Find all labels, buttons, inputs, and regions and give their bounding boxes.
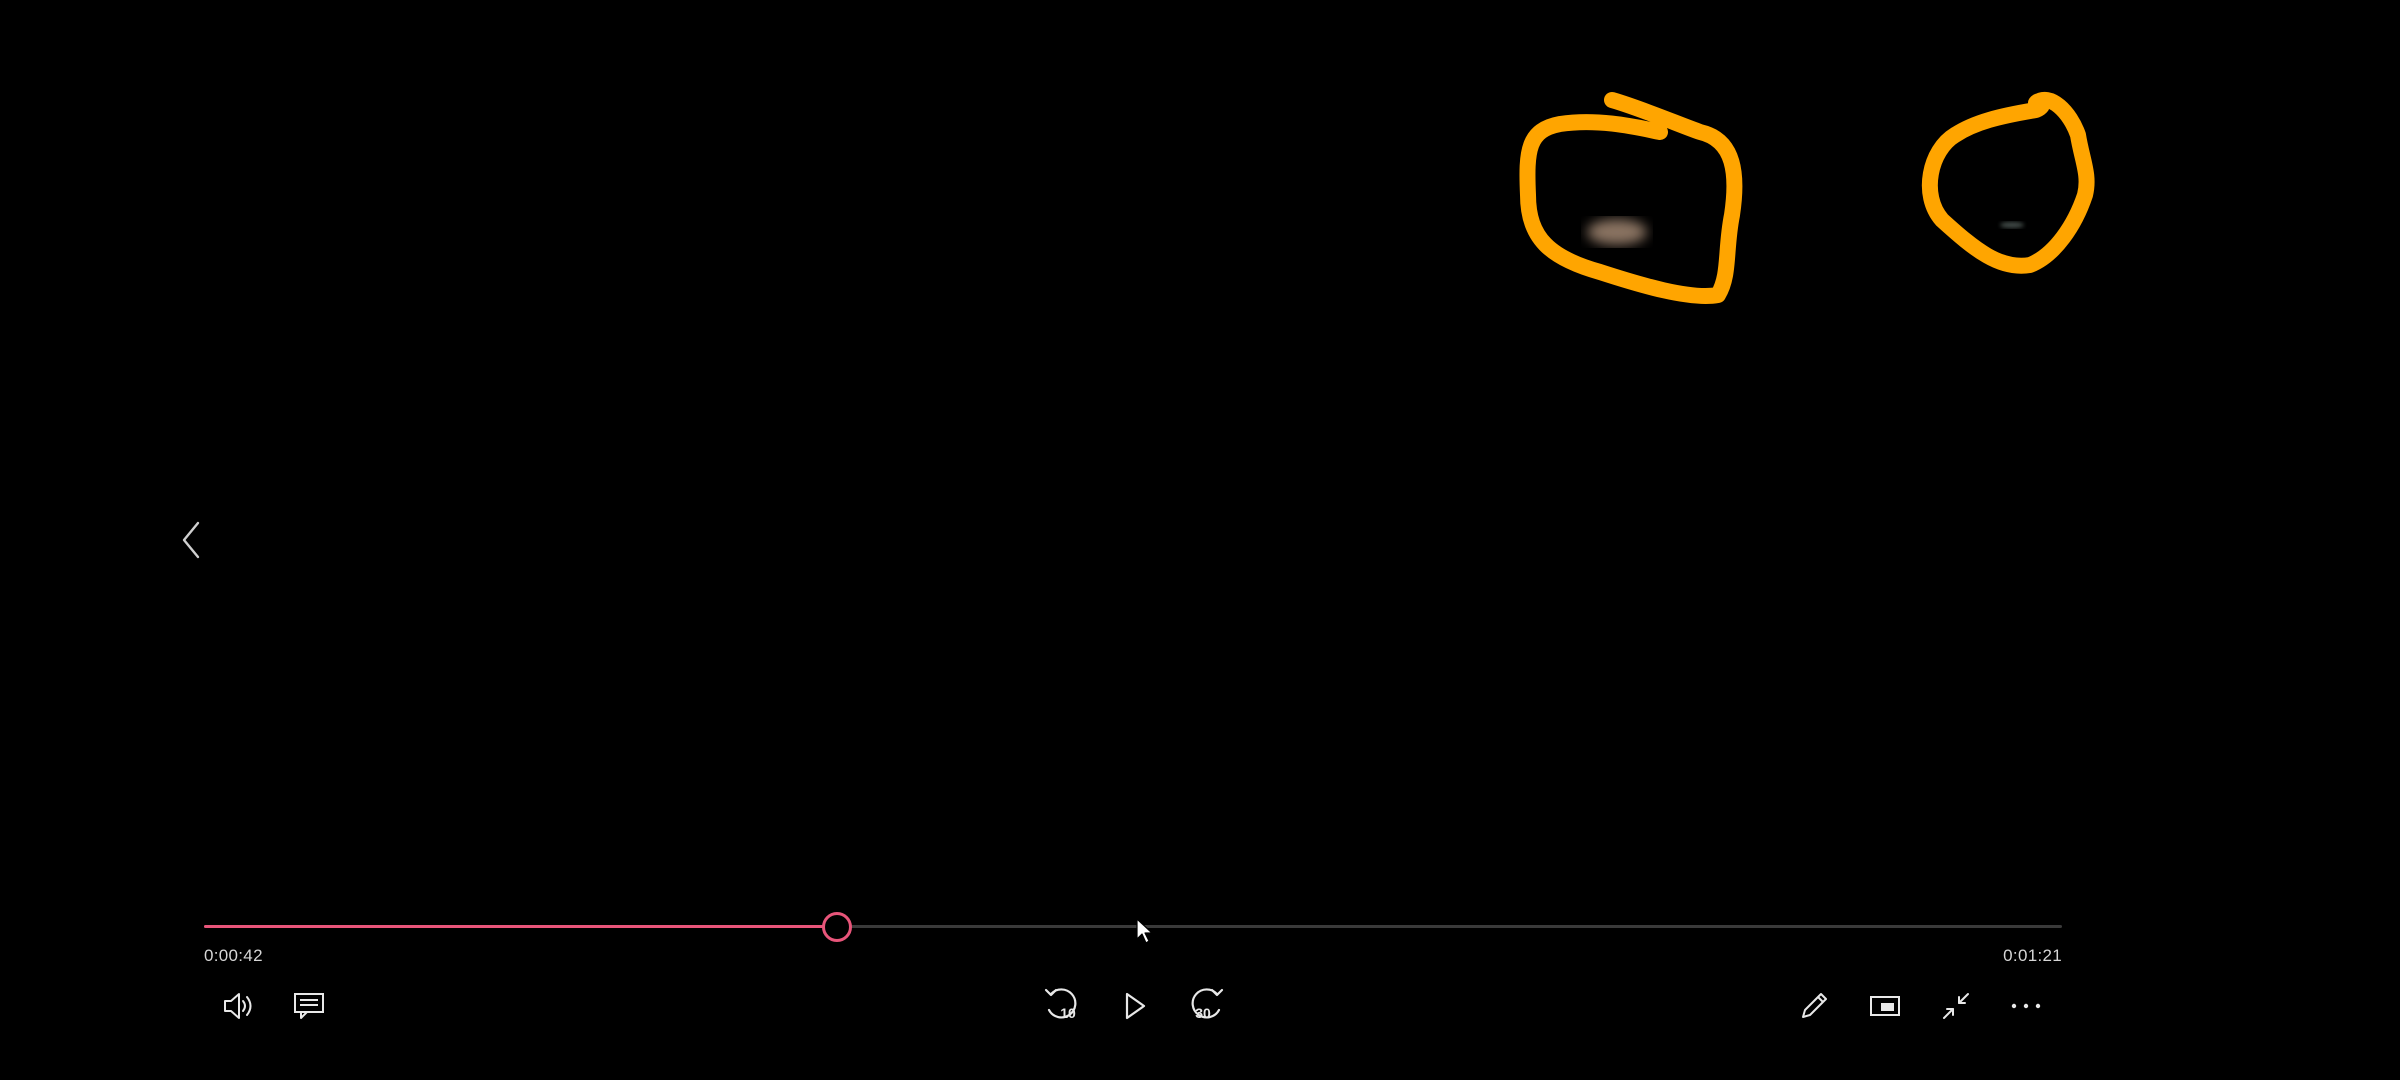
picture-in-picture-icon [1870,996,1900,1016]
collapse-arrows-icon [1943,993,1969,1019]
skip-forward-button[interactable]: 30 [1180,982,1230,1030]
current-time: 0:00:42 [204,946,263,965]
exit-fullscreen-button[interactable] [1932,982,1980,1030]
volume-button[interactable] [215,982,263,1030]
speaker-icon [224,993,252,1019]
seek-bar[interactable] [204,912,2062,942]
video-blurry-object [1587,219,1647,245]
edit-button[interactable] [1790,982,1838,1030]
more-options-button[interactable] [2002,982,2050,1030]
chevron-left-icon [182,521,200,559]
skip-forward-label: 30 [1195,1005,1211,1021]
ellipsis-icon [2011,1003,2041,1009]
back-button[interactable] [170,515,212,565]
play-button[interactable] [1110,982,1158,1030]
captions-icon [294,993,324,1019]
subtitles-button[interactable] [285,982,333,1030]
video-frame [1587,219,2024,245]
total-duration: 0:01:21 [2003,946,2062,965]
seek-bar-thumb[interactable] [821,912,852,942]
video-player: 0:00:42 0:01:21 10 30 [0,0,2400,1080]
skip-back-label: 10 [1060,1005,1076,1021]
mouse-pointer-icon [1136,918,1153,944]
pencil-icon [1802,993,1827,1018]
skip-back-button[interactable]: 10 [1038,982,1088,1030]
mini-view-button[interactable] [1861,982,1909,1030]
play-icon [1125,992,1146,1020]
video-blurry-object-small [2000,222,2024,228]
seek-bar-progress [204,925,836,928]
